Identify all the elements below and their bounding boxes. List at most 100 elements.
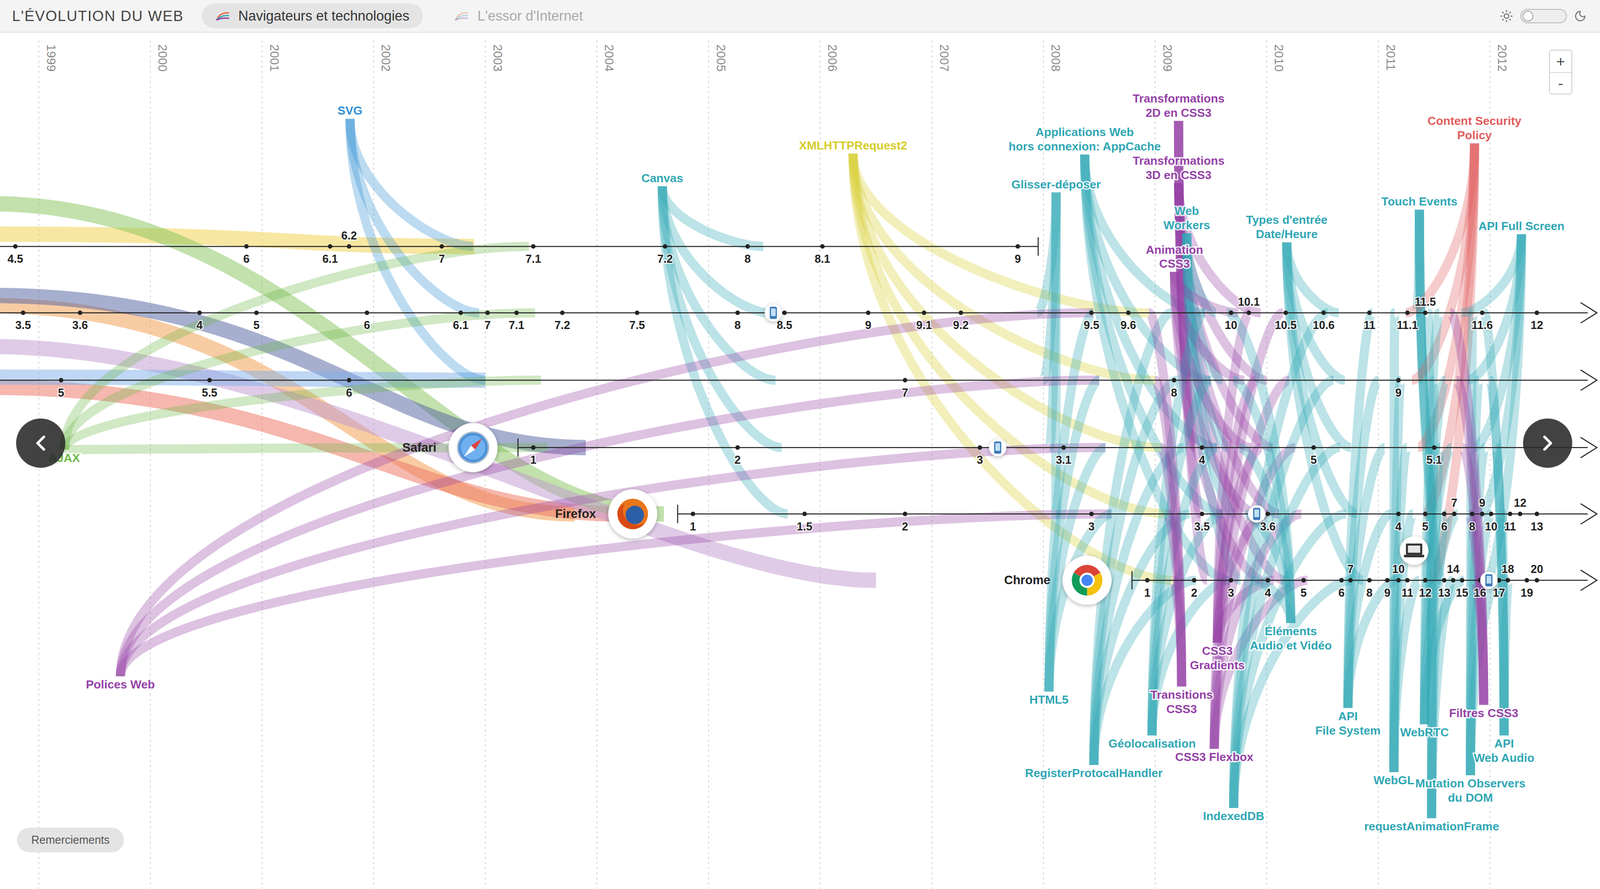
version-label: 8.1 bbox=[814, 252, 831, 265]
svg-text:Géolocalisation: Géolocalisation bbox=[1108, 736, 1196, 750]
svg-text:Polices Web: Polices Web bbox=[85, 677, 155, 691]
version-mark: 12 bbox=[1418, 577, 1432, 599]
technology-label[interactable]: XMLHTTPRequest2 bbox=[799, 138, 908, 153]
browser-name: Chrome bbox=[1004, 572, 1051, 587]
technology-label[interactable]: Content SecurityPolicy bbox=[1427, 114, 1522, 142]
version-mark: 7.2 bbox=[657, 244, 673, 266]
technology-label[interactable]: WebWorkers bbox=[1163, 204, 1210, 232]
mobile-icon bbox=[988, 438, 1007, 456]
svg-text:Date/Heure: Date/Heure bbox=[1255, 227, 1318, 241]
tab-icon bbox=[454, 10, 470, 22]
version-mark: 13 bbox=[1438, 577, 1451, 599]
version-mark: 7 bbox=[1347, 562, 1354, 583]
version-mark: 7 bbox=[902, 377, 909, 399]
svg-text:Web: Web bbox=[1174, 204, 1200, 218]
version-label: 7.1 bbox=[525, 252, 542, 265]
version-mark: 8 bbox=[744, 244, 751, 266]
technology-label[interactable]: Transformations2D en CSS3 bbox=[1132, 91, 1225, 120]
technology-label[interactable]: Touch Events bbox=[1381, 194, 1458, 209]
version-label: 19 bbox=[1520, 586, 1534, 599]
version-label: 8.5 bbox=[776, 318, 793, 332]
technology-label[interactable]: WebGL bbox=[1373, 773, 1415, 787]
technology-label[interactable]: AnimationCSS3 bbox=[1145, 242, 1204, 271]
svg-text:du DOM: du DOM bbox=[1447, 790, 1493, 805]
timeline-arrow-icon bbox=[1580, 437, 1597, 458]
svg-text:IndexedDB: IndexedDB bbox=[1203, 808, 1265, 823]
version-mark: 4 bbox=[1395, 511, 1402, 533]
version-label: 5 bbox=[1300, 586, 1307, 599]
year-label: 1999 bbox=[44, 44, 59, 72]
tab[interactable]: L'essor d'Internet bbox=[440, 3, 597, 29]
version-label: 1 bbox=[1144, 586, 1151, 599]
svg-text:XMLHTTPRequest2: XMLHTTPRequest2 bbox=[799, 138, 908, 153]
technology-label[interactable]: IndexedDB bbox=[1203, 808, 1265, 823]
version-mark: 6.1 bbox=[322, 244, 338, 266]
credits-button[interactable]: Remerciements bbox=[17, 827, 124, 852]
technology-label[interactable]: APIWeb Audio bbox=[1473, 736, 1535, 765]
technology-label[interactable]: Glisser-déposer bbox=[1011, 177, 1102, 192]
svg-text:WebRTC: WebRTC bbox=[1400, 725, 1449, 739]
version-label: 7 bbox=[484, 318, 491, 332]
tab[interactable]: Navigateurs et technologies bbox=[201, 3, 424, 29]
version-label: 18 bbox=[1501, 562, 1515, 575]
technology-label[interactable]: CSS3 Flexbox bbox=[1174, 749, 1254, 764]
theme-switch[interactable] bbox=[1520, 8, 1567, 24]
technology-label[interactable]: Applications Webhors connexion: AppCache bbox=[1008, 125, 1161, 154]
technology-label[interactable]: API Full Screen bbox=[1478, 219, 1565, 233]
technology-label[interactable]: WebRTC bbox=[1400, 725, 1449, 739]
technology-label[interactable]: Canvas bbox=[641, 171, 683, 185]
technology-label[interactable]: RegisterProtocalHandler bbox=[1025, 765, 1163, 780]
svg-text:Policy: Policy bbox=[1457, 128, 1493, 142]
version-mark: 4 bbox=[1198, 445, 1205, 467]
svg-text:CSS3: CSS3 bbox=[1202, 643, 1234, 658]
technology-label[interactable]: requestAnimationFrame bbox=[1364, 819, 1500, 833]
version-mark: 11 bbox=[1363, 310, 1376, 332]
version-mark: 9 bbox=[1014, 244, 1022, 266]
technology-label[interactable]: APIFile System bbox=[1315, 709, 1381, 737]
technology-label[interactable]: SVG bbox=[337, 103, 363, 118]
version-label: 7.1 bbox=[508, 318, 525, 332]
version-label: 10.6 bbox=[1312, 318, 1335, 332]
version-mark: 8 bbox=[734, 310, 741, 332]
next-button[interactable] bbox=[1523, 418, 1573, 468]
version-label: 5.1 bbox=[1426, 453, 1443, 466]
version-label: 9 bbox=[1395, 386, 1402, 399]
technology-label[interactable]: Filtres CSS3 bbox=[1449, 706, 1519, 720]
technology-label[interactable]: Mutation Observersdu DOM bbox=[1415, 776, 1526, 805]
version-mark: 9.5 bbox=[1083, 310, 1100, 332]
browser-timeline: 3.53.64566.177.17.27.588.599.19.29.59.61… bbox=[0, 295, 1597, 332]
version-label: 7 bbox=[1451, 496, 1458, 509]
version-label: 9 bbox=[864, 318, 872, 332]
zoom-button[interactable]: - bbox=[1549, 72, 1572, 94]
version-label: 10 bbox=[1392, 562, 1405, 575]
browser-timeline: 1233.1455.1Safari bbox=[402, 422, 1597, 472]
svg-text:Touch Events: Touch Events bbox=[1381, 194, 1458, 209]
version-mark: 5 bbox=[1300, 577, 1307, 599]
version-label: 12 bbox=[1418, 586, 1432, 599]
technology-label[interactable]: HTML5 bbox=[1029, 692, 1069, 707]
technology-label[interactable]: TransitionsCSS3 bbox=[1150, 687, 1213, 716]
svg-text:Transformations: Transformations bbox=[1132, 91, 1225, 106]
svg-text:API: API bbox=[1494, 736, 1515, 750]
timeline-chart[interactable]: 1999200020012002200320042005200620072008… bbox=[0, 32, 1600, 889]
technology-label[interactable]: Types d'entréeDate/Heure bbox=[1246, 212, 1328, 241]
version-mark: 2 bbox=[1191, 577, 1198, 599]
version-mark: 7.5 bbox=[629, 310, 646, 332]
version-label: 13 bbox=[1530, 519, 1544, 533]
technology-label[interactable]: Transformations3D en CSS3 bbox=[1132, 153, 1225, 182]
version-mark: 5 bbox=[58, 377, 65, 399]
top-bar: L'ÉVOLUTION DU WEBNavigateurs et technol… bbox=[0, 0, 1600, 33]
technology-label[interactable]: CSS3Gradients bbox=[1190, 643, 1245, 672]
zoom-button[interactable]: + bbox=[1549, 50, 1572, 73]
technology-label[interactable]: ÉlémentsAudio et Vidéo bbox=[1249, 624, 1332, 652]
technology-label[interactable]: Polices Web bbox=[85, 677, 155, 691]
theme-toggle[interactable] bbox=[1499, 8, 1587, 24]
previous-button[interactable] bbox=[16, 418, 66, 468]
version-label: 1.5 bbox=[796, 519, 813, 533]
version-mark: 3.5 bbox=[15, 310, 31, 332]
year-label: 2005 bbox=[714, 44, 728, 72]
year-label: 2011 bbox=[1383, 44, 1398, 71]
version-mark: 9.6 bbox=[1120, 310, 1137, 332]
version-label: 9.1 bbox=[916, 318, 932, 332]
technology-label[interactable]: Géolocalisation bbox=[1108, 736, 1196, 750]
